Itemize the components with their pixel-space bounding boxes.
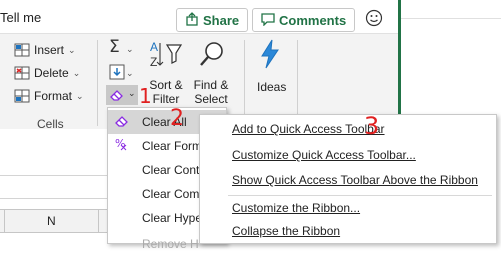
smiley-feedback-icon[interactable] <box>365 9 383 30</box>
annotation-number: 2 <box>170 106 184 131</box>
divider <box>401 18 501 19</box>
tell-me-search[interactable]: Tell me <box>0 10 41 25</box>
chevron-down-icon: ⌄ <box>68 44 76 55</box>
format-cells-icon <box>14 89 30 103</box>
find-select-label-1: Find & <box>193 78 229 92</box>
share-button[interactable]: Share <box>176 8 249 32</box>
group-divider <box>97 40 98 126</box>
clear-formats-icon: % <box>114 137 130 156</box>
fill-icon[interactable] <box>109 64 125 83</box>
delete-label: Delete <box>34 66 69 80</box>
chevron-down-icon[interactable]: ⌄ <box>126 68 134 79</box>
menu-item-clear-hyperlinks[interactable]: Clear Hype <box>142 206 202 230</box>
menu-item-show-qat-above[interactable]: Show Quick Access Toolbar Above the Ribb… <box>232 168 478 192</box>
format-button[interactable]: Format ⌄ <box>14 89 84 103</box>
sort-filter-icon[interactable]: AZ <box>149 39 183 72</box>
column-divider <box>98 210 99 232</box>
menu-item-collapse-ribbon[interactable]: Collapse the Ribbon <box>232 219 340 243</box>
menu-item-customize-qat[interactable]: Customize Quick Access Toolbar... <box>232 143 416 167</box>
find-select-label-2: Select <box>194 92 228 106</box>
comments-label: Comments <box>279 12 347 28</box>
lightning-ideas-icon[interactable] <box>258 39 282 72</box>
menu-item-add-to-qat[interactable]: Add to Quick Access Toolbar <box>232 117 385 141</box>
insert-label: Insert <box>34 43 65 57</box>
chevron-down-icon[interactable]: ⌄ <box>126 44 134 55</box>
ribbon-context-menu: Add to Quick Access Toolbar Customize Qu… <box>199 114 497 244</box>
menu-item-customize-ribbon[interactable]: Customize the Ribbon... <box>232 196 360 220</box>
eraser-icon <box>110 90 123 101</box>
menu-item-clear-formats[interactable]: Clear Form <box>142 134 202 158</box>
clear-button[interactable]: ⌄ <box>106 85 138 105</box>
sort-filter-label-1: Sort & <box>149 78 183 92</box>
cells-group-label: Cells <box>37 117 64 131</box>
svg-text:Z: Z <box>150 55 157 69</box>
annotation-number: 1 <box>139 84 152 108</box>
autosum-icon[interactable]: Σ <box>109 37 120 57</box>
delete-cells-icon <box>14 66 30 80</box>
comment-icon <box>261 12 275 29</box>
sort-filter-label-2: Filter <box>152 92 180 106</box>
insert-button[interactable]: Insert ⌄ <box>14 43 76 57</box>
annotation-number: 3 <box>364 112 380 140</box>
column-header-n[interactable]: N <box>47 214 56 228</box>
insert-cells-icon <box>14 43 30 57</box>
menu-item-clear-comments[interactable]: Clear Com <box>142 182 199 206</box>
eraser-icon <box>114 114 130 131</box>
svg-text:A: A <box>150 40 158 54</box>
column-divider <box>4 210 5 232</box>
format-label: Format <box>34 89 73 103</box>
chevron-down-icon: ⌄ <box>76 90 84 101</box>
share-label: Share <box>203 12 240 28</box>
comments-button[interactable]: Comments <box>252 8 356 32</box>
delete-button[interactable]: Delete ⌄ <box>14 66 80 80</box>
chevron-down-icon: ⌄ <box>72 67 81 78</box>
share-icon <box>185 11 199 29</box>
chevron-down-icon: ⌄ <box>128 88 136 98</box>
magnifier-icon[interactable] <box>198 40 226 71</box>
menu-item-remove-hyperlinks[interactable]: Remove H <box>142 232 199 256</box>
menu-item-clear-contents[interactable]: Clear Cont <box>142 158 199 182</box>
ideas-button[interactable]: Ideas <box>257 80 286 94</box>
